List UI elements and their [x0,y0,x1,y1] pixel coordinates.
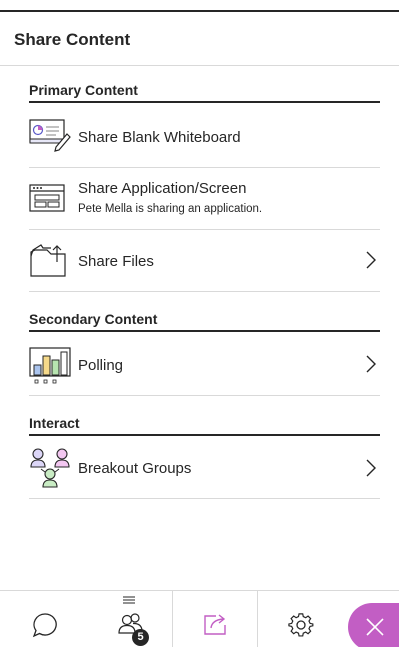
gear-icon [288,613,314,637]
whiteboard-icon [29,116,73,161]
share-content-icon [204,614,226,635]
bottom-tab-bar: 5 [0,590,399,647]
share-files-label: Share Files [78,253,154,270]
breakout-groups-icon [29,447,73,496]
polling-item[interactable]: Polling [29,335,380,396]
section-header-primary: Primary Content [29,81,380,103]
section-header-secondary: Secondary Content [29,310,380,332]
settings-tab[interactable] [258,591,344,647]
share-files-item[interactable]: Share Files [29,230,380,292]
polling-icon [29,347,71,390]
share-application-label: Share Application/Screen [78,180,247,197]
chat-icon [32,613,57,638]
folder-upload-icon [29,242,69,283]
share-content-tab[interactable] [172,591,258,647]
chevron-right-icon [366,459,376,482]
attendee-count-badge: 5 [132,629,149,646]
sharing-status-text: Pete Mella is sharing an application. [78,203,263,215]
panel-header: Share Content [0,12,399,66]
chevron-right-icon [366,251,376,274]
attendees-tab[interactable]: 5 [86,591,172,647]
share-whiteboard-label: Share Blank Whiteboard [78,129,241,146]
share-application-item[interactable]: Share Application/Screen Pete Mella is s… [29,168,380,230]
application-screen-icon [29,184,65,217]
section-header-interact: Interact [29,414,380,436]
chevron-right-icon [366,355,376,378]
panel-title: Share Content [14,30,131,49]
chat-tab[interactable] [0,591,86,647]
close-icon [366,618,384,636]
share-whiteboard-item[interactable]: Share Blank Whiteboard [29,106,380,168]
polling-label: Polling [78,357,124,374]
close-panel-button[interactable] [348,603,399,647]
drag-handle-icon[interactable] [123,596,135,604]
breakout-groups-item[interactable]: Breakout Groups [29,439,380,499]
breakout-groups-label: Breakout Groups [78,460,192,477]
